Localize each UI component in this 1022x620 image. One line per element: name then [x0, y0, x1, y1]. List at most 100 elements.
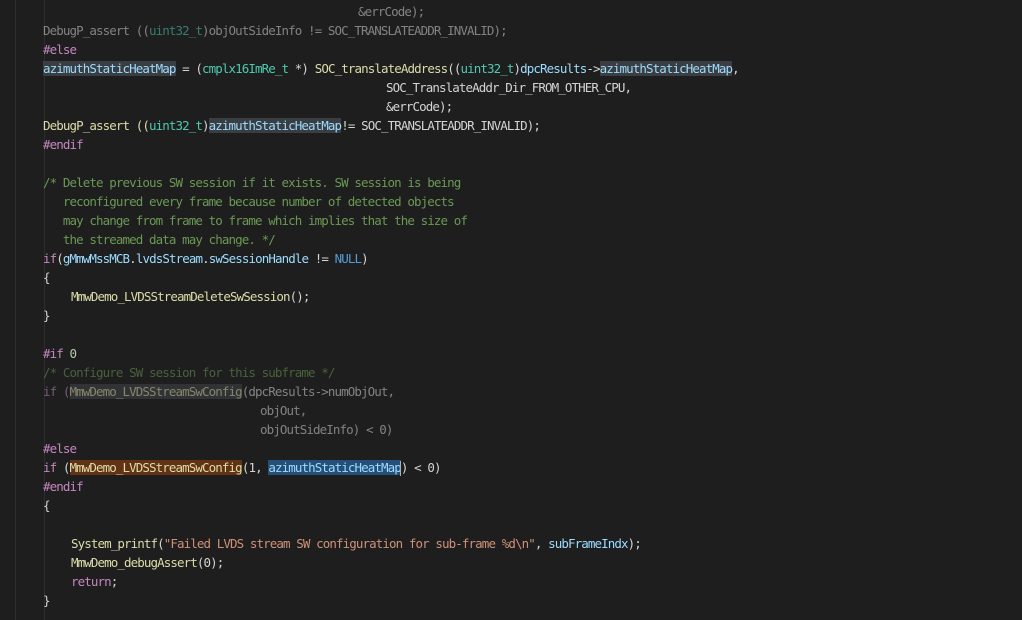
code-token: /* Delete previous SW session if it exis… — [43, 175, 461, 190]
code-token: MmwDemo_LVDSStreamDeleteSwSession — [71, 289, 291, 304]
code-line[interactable]: if (MmwDemo_LVDSStreamSwConfig(dpcResult… — [43, 382, 395, 401]
code-token: ; — [110, 574, 118, 589]
code-token: } — [43, 593, 50, 608]
code-token: uint32_t — [149, 118, 203, 133]
code-line[interactable]: { — [43, 268, 50, 287]
code-line[interactable]: System_printf("Failed LVDS stream SW con… — [43, 534, 642, 553]
code-line[interactable]: SOC_TranslateAddr_Dir_FROM_OTHER_CPU, — [43, 78, 632, 97]
code-line[interactable]: may change from frame to frame which imp… — [43, 211, 468, 230]
code-token: { — [43, 270, 50, 285]
code-token: DebugP_assert (( — [43, 118, 150, 133]
code-token: &errCode); — [358, 4, 425, 19]
code-token: (dpcResults->numObjOut, — [241, 384, 395, 399]
code-token: (( — [447, 61, 461, 76]
code-editor[interactable]: &errCode); DebugP_assert ((uint32_t)objOu… — [0, 0, 1022, 620]
code-token: uint32_t — [460, 61, 514, 76]
code-line[interactable]: DebugP_assert ((uint32_t)objOutSideInfo … — [43, 21, 508, 40]
code-token: subFrameIndx — [548, 536, 628, 551]
code-token: azimuthStaticHeatMap — [43, 61, 176, 76]
code-token: if — [43, 460, 57, 475]
code-token: cmplx16ImRe_t — [202, 61, 289, 76]
code-token: if ( — [43, 384, 70, 399]
code-token: swSessionHandle — [208, 251, 309, 266]
code-token: azimuthStaticHeatMap — [268, 460, 402, 475]
code-token: dpcResults — [520, 61, 587, 76]
code-token: SOC_TranslateAddr_Dir_FROM_OTHER_CPU, — [386, 80, 632, 95]
code-token: #else — [43, 42, 77, 57]
code-token: ) < 0) — [400, 460, 442, 475]
code-token: ( — [56, 460, 71, 475]
code-token: *) — [288, 61, 315, 76]
code-token: if — [43, 251, 57, 266]
code-token: gMmwMssMCB — [62, 251, 130, 266]
code-token: -> — [586, 61, 600, 76]
code-line[interactable]: objOut, — [43, 401, 307, 420]
code-token: (0); — [196, 555, 224, 570]
code-line[interactable]: return; — [43, 572, 118, 591]
code-token: azimuthStaticHeatMap — [599, 61, 733, 76]
code-token: /* Configure SW session for this subfram… — [43, 365, 335, 380]
code-line[interactable]: { — [43, 496, 50, 515]
code-token: != SOC_TRANSLATEADDR_INVALID); — [341, 118, 541, 133]
code-line[interactable]: if (MmwDemo_LVDSStreamSwConfig(1, azimut… — [43, 458, 442, 477]
code-line[interactable]: #endif — [43, 477, 84, 496]
code-line[interactable]: #else — [43, 40, 77, 59]
code-token: ( — [157, 536, 164, 551]
code-token: != — [308, 251, 335, 266]
code-line[interactable]: } — [43, 591, 50, 610]
code-token: , — [732, 61, 739, 76]
code-token: ) — [361, 251, 368, 266]
code-token: , — [534, 536, 549, 551]
code-line[interactable]: /* Configure SW session for this subfram… — [43, 363, 335, 382]
code-token: NULL — [334, 251, 362, 266]
code-line[interactable]: &errCode); — [43, 97, 453, 116]
code-token: SOC_translateAddress — [314, 61, 448, 76]
code-token: objOut, — [260, 403, 307, 418]
code-token: 0 — [69, 346, 77, 361]
code-line[interactable]: MmwDemo_debugAssert(0); — [43, 553, 224, 572]
code-token: &errCode); — [386, 99, 453, 114]
code-token: #if — [43, 346, 70, 361]
code-token: #endif — [43, 479, 84, 494]
code-token: . — [129, 251, 136, 266]
code-token: = ( — [175, 61, 203, 76]
code-token: #else — [43, 441, 77, 456]
code-line[interactable]: MmwDemo_LVDSStreamDeleteSwSession(); — [43, 287, 310, 306]
code-token: )objOutSideInfo != SOC_TRANSLATEADDR_INV… — [202, 23, 508, 38]
code-line[interactable]: azimuthStaticHeatMap = (cmplx16ImRe_t *)… — [43, 59, 740, 78]
code-token: ); — [627, 536, 642, 551]
code-token: MmwDemo_debugAssert — [71, 555, 198, 570]
code-line[interactable]: DebugP_assert ((uint32_t)azimuthStaticHe… — [43, 116, 541, 135]
code-token: . — [202, 251, 209, 266]
indent-guide — [15, 0, 16, 620]
code-token: reconfigured every frame because number … — [43, 194, 455, 209]
code-token: uint32_t — [149, 23, 203, 38]
code-token: (); — [289, 289, 311, 304]
code-token: } — [43, 308, 50, 323]
code-line[interactable]: the streamed data may change. */ — [43, 230, 276, 249]
code-line[interactable]: &errCode); — [43, 2, 425, 21]
code-token: the streamed data may change. */ — [43, 232, 276, 247]
code-token: may change from frame to frame which imp… — [43, 213, 468, 228]
code-line[interactable]: /* Delete previous SW session if it exis… — [43, 173, 461, 192]
code-token: System_printf — [71, 536, 158, 551]
code-token: ) — [202, 118, 209, 133]
code-token: { — [43, 498, 50, 513]
code-line[interactable]: #else — [43, 439, 77, 458]
code-token: ( — [56, 251, 63, 266]
code-line[interactable]: } — [43, 306, 50, 325]
code-line[interactable]: if(gMmwMssMCB.lvdsStream.swSessionHandle… — [43, 249, 369, 268]
code-token: DebugP_assert (( — [43, 23, 150, 38]
code-token: (1, — [241, 460, 269, 475]
code-token: return — [71, 574, 112, 589]
code-token: #endif — [43, 137, 84, 152]
code-line[interactable]: objOutSideInfo) < 0) — [43, 420, 393, 439]
code-line[interactable]: #if 0 — [43, 344, 77, 363]
code-line[interactable]: reconfigured every frame because number … — [43, 192, 455, 211]
code-token: objOutSideInfo) < 0) — [260, 422, 393, 437]
code-token: MmwDemo_LVDSStreamSwConfig — [69, 460, 243, 475]
code-line[interactable]: #endif — [43, 135, 84, 154]
code-token: azimuthStaticHeatMap — [208, 118, 342, 133]
code-token: MmwDemo_LVDSStreamSwConfig — [69, 384, 243, 399]
code-token: lvdsStream — [135, 251, 203, 266]
